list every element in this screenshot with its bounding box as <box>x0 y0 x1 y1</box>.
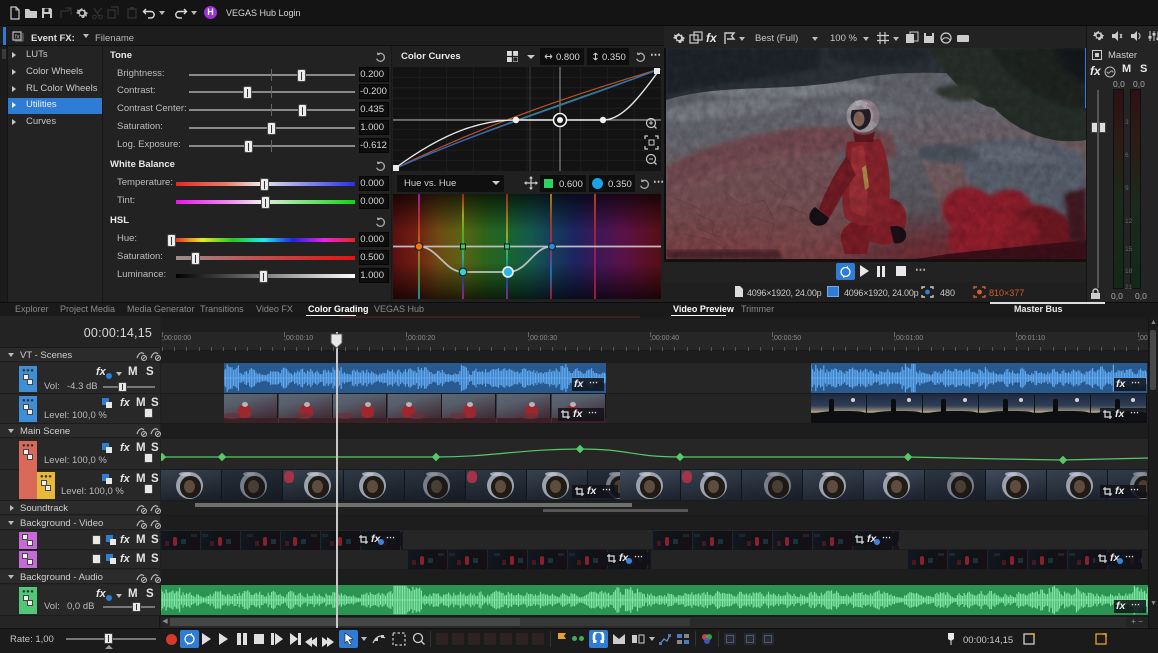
svg-text:fx: fx <box>15 35 20 41</box>
